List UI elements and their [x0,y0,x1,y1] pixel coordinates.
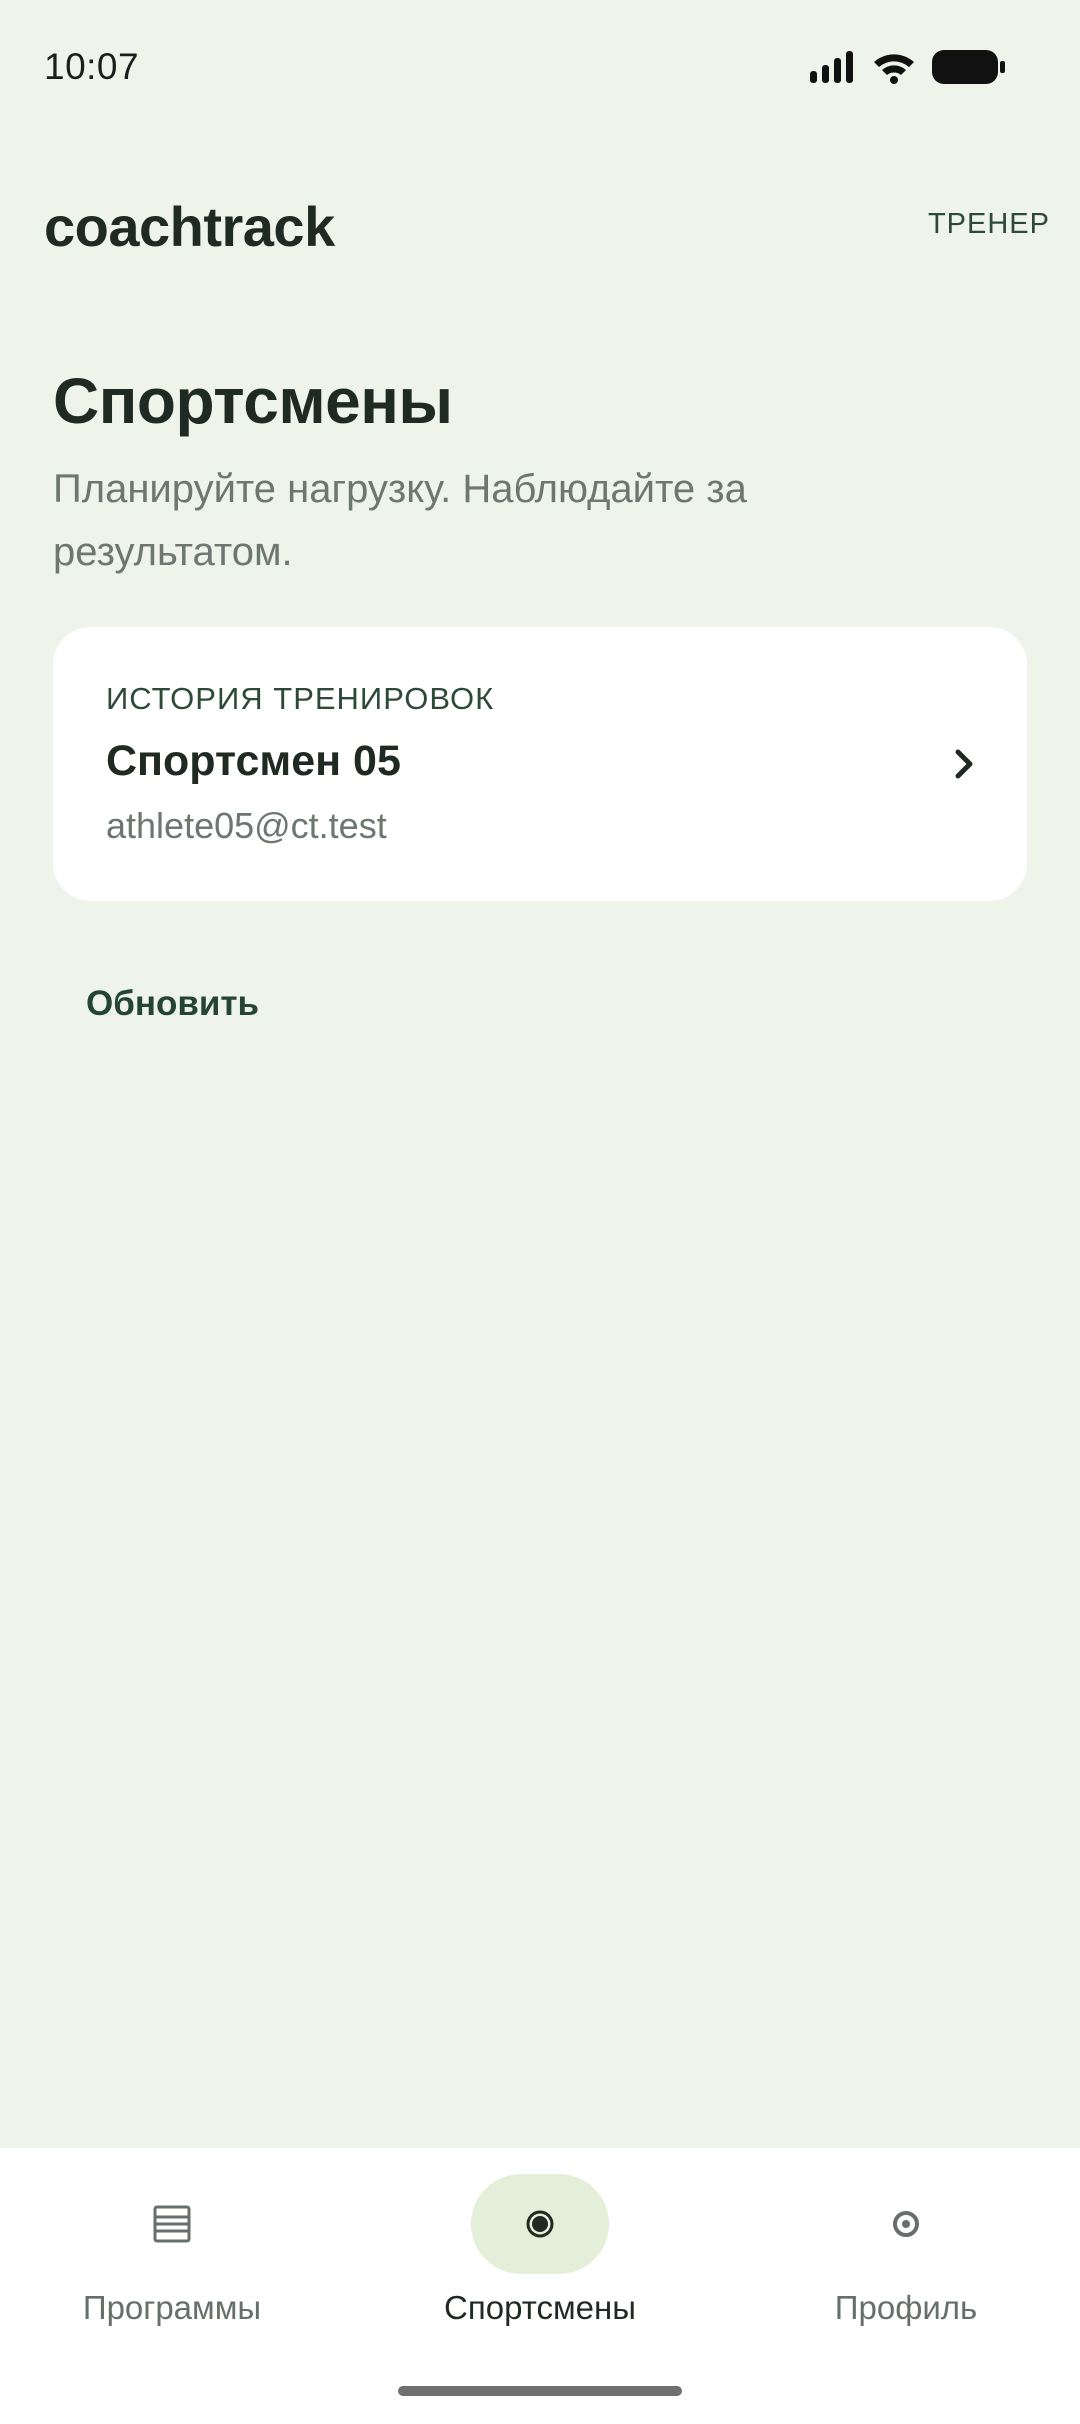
athlete-card[interactable]: ИСТОРИЯ ТРЕНИРОВОК Спортсмен 05 athlete0… [53,627,1027,901]
wifi-icon [872,50,916,84]
nav-label-programs: Программы [82,2289,262,2326]
bottom-nav: Программы Спортсмены Профиль [0,2148,1080,2424]
signal-icon [810,51,856,83]
nav-item-profile[interactable]: Профиль [756,2174,1056,2344]
status-bar: 10:07 [0,0,1080,140]
home-indicator[interactable] [398,2386,682,2396]
status-time: 10:07 [44,46,140,87]
battery-icon [932,50,1006,84]
chevron-right-icon [953,747,977,781]
dot-icon [520,2204,560,2244]
nav-label-profile: Профиль [834,2289,978,2326]
refresh-button[interactable]: Обновить [64,968,281,1040]
athlete-email: athlete05@ct.test [106,805,387,846]
card-eyebrow: ИСТОРИЯ ТРЕНИРОВОК [106,681,495,716]
page-subtitle: Планируйте нагрузку. Наблюдайте за резул… [53,467,747,574]
nav-label-athletes: Спортсмены [444,2289,636,2326]
athlete-name: Спортсмен 05 [106,737,401,785]
nav-item-programs[interactable]: Программы [22,2174,322,2344]
list-icon [152,2204,192,2244]
app-logo: coachtrack [44,195,335,258]
status-icons [810,50,1006,84]
role-badge: ТРЕНЕР [927,208,1050,240]
page-title: Спортсмены [53,365,453,437]
app-header: coachtrack ТРЕНЕР [0,180,1080,280]
ring-icon [886,2204,926,2244]
nav-item-athletes[interactable]: Спортсмены [390,2174,690,2344]
